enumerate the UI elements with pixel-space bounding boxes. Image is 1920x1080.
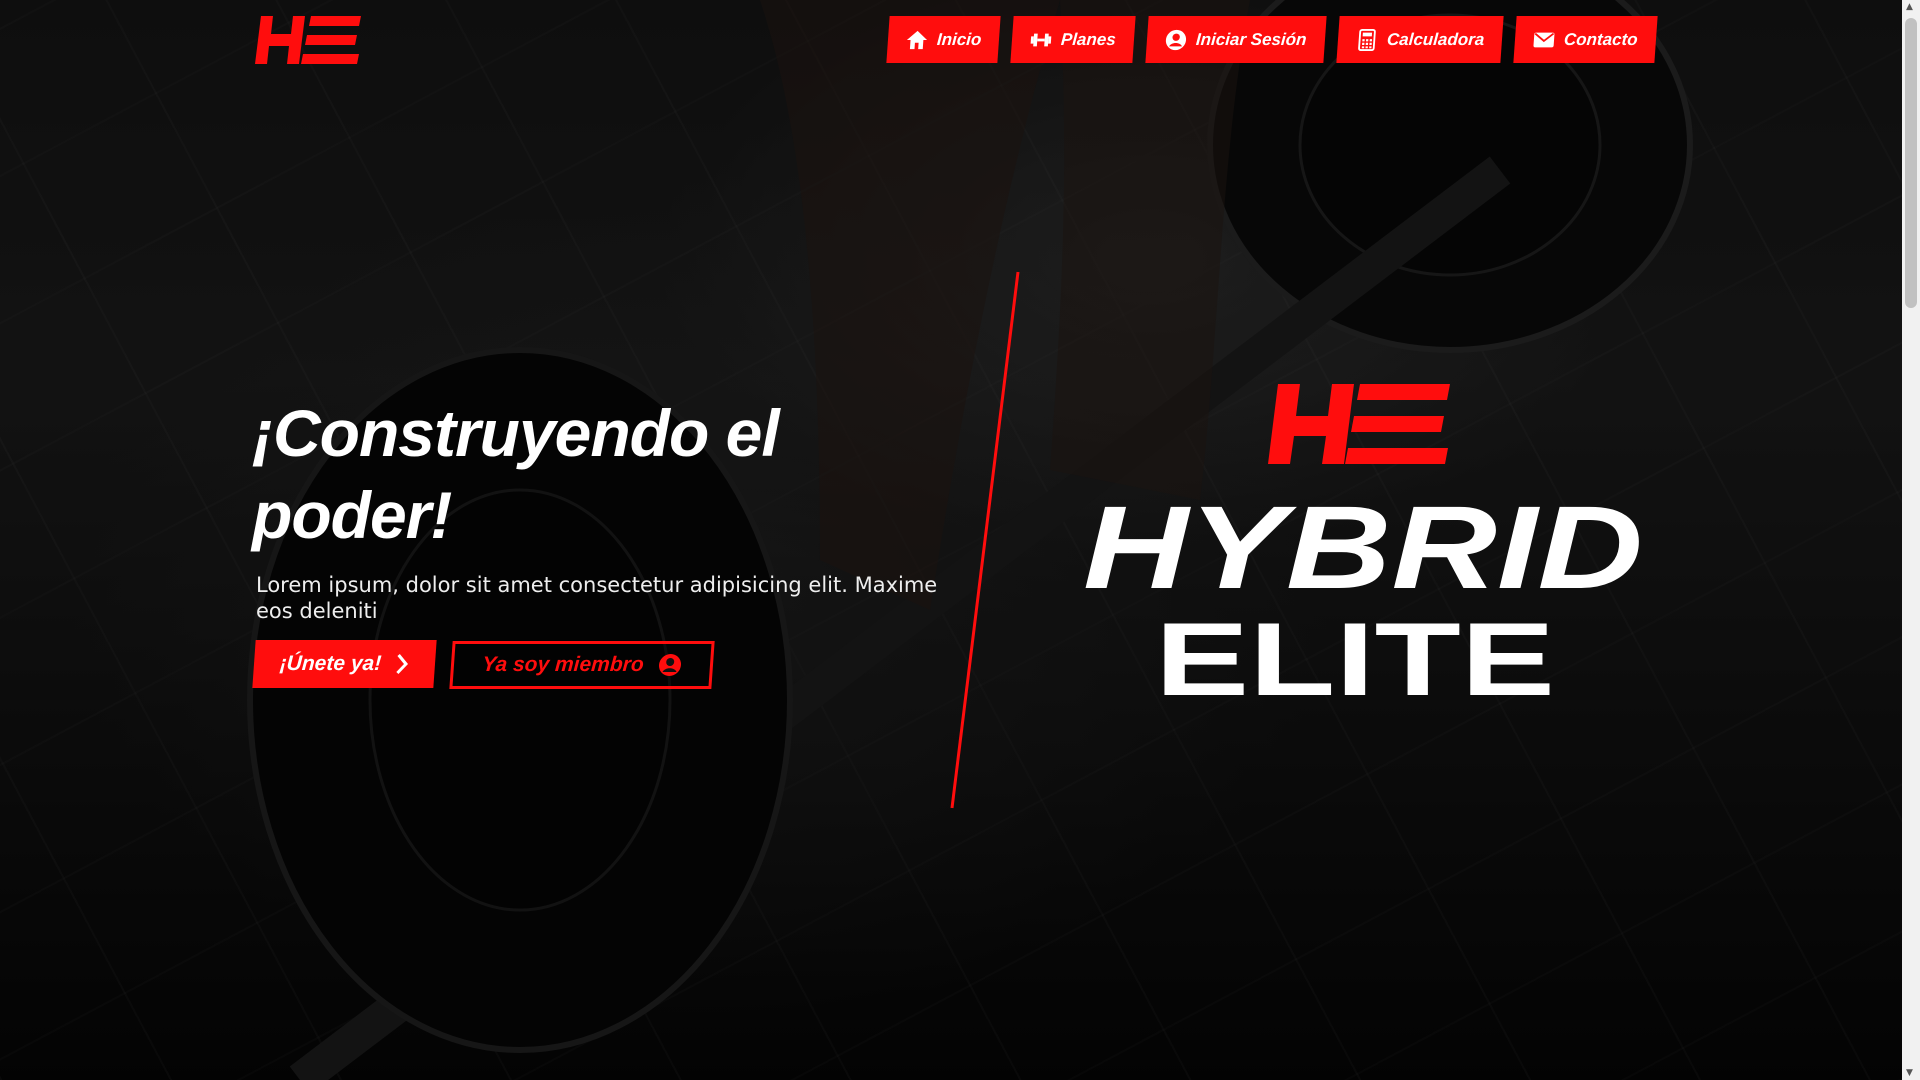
nav-calculadora[interactable]: Calculadora	[1336, 16, 1504, 63]
scroll-down-icon[interactable]: ▼	[1906, 1068, 1913, 1078]
nav-inicio[interactable]: Inicio	[886, 16, 1002, 63]
brand-monogram	[1268, 384, 1450, 464]
nav-iniciar-sesion-label: Iniciar Sesión	[1195, 29, 1308, 49]
main-nav: Inicio Planes Iniciar Sesión Calculadora…	[886, 16, 1658, 63]
hero-title: ¡Construyendo el poder!	[252, 396, 780, 552]
dumbbell-icon	[1031, 33, 1052, 46]
member-button[interactable]: Ya soy miembro	[449, 641, 715, 689]
member-button-label: Ya soy miembro	[481, 653, 645, 676]
user-circle-icon	[658, 654, 681, 676]
scrollbar-thumb[interactable]	[1905, 18, 1917, 308]
nav-planes-label: Planes	[1060, 29, 1117, 49]
brand-line1: HYBRID	[1083, 482, 1643, 614]
envelope-icon	[1533, 32, 1555, 47]
home-icon	[906, 30, 928, 49]
nav-contacto-label: Contacto	[1563, 29, 1639, 49]
brand-line2: ELITE	[1155, 602, 1555, 700]
scroll-up-icon[interactable]: ▲	[1906, 2, 1913, 12]
nav-contacto[interactable]: Contacto	[1513, 16, 1658, 63]
calculator-icon	[1357, 28, 1376, 51]
nav-calculadora-label: Calculadora	[1386, 29, 1485, 49]
chevron-right-icon	[396, 654, 409, 674]
join-button-label: ¡Únete ya!	[278, 652, 383, 675]
join-button[interactable]: ¡Únete ya!	[252, 640, 437, 688]
hero-divider	[950, 271, 1020, 809]
hero-subtitle: Lorem ipsum, dolor sit amet consectetur …	[256, 573, 938, 623]
nav-inicio-label: Inicio	[936, 29, 983, 49]
user-circle-icon	[1166, 29, 1187, 50]
nav-iniciar-sesion[interactable]: Iniciar Sesión	[1145, 16, 1327, 63]
nav-planes[interactable]: Planes	[1010, 16, 1136, 63]
brand-logo[interactable]	[255, 16, 361, 64]
hybrid-elite-logo: HYBRID ELITE	[1083, 384, 1643, 700]
page-scrollbar[interactable]: ▲ ▼	[1902, 0, 1920, 1080]
